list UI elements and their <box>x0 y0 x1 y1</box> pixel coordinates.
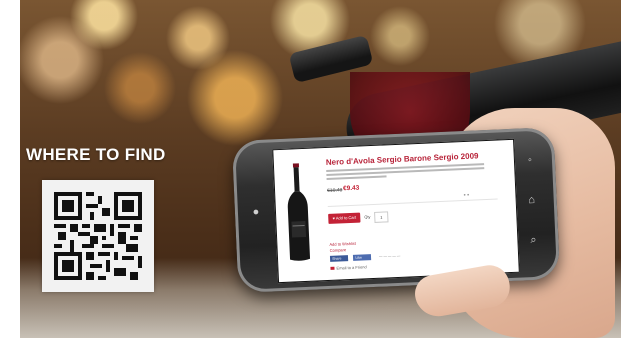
qty-input[interactable]: 1 <box>374 211 389 223</box>
envelope-icon <box>330 267 335 271</box>
where-to-find-heading: WHERE TO FIND <box>26 145 166 164</box>
social-share: Share Like — — — — — <box>329 253 404 274</box>
wine-bottle-product-image <box>287 163 311 261</box>
facebook-like-button[interactable]: Like <box>353 254 372 261</box>
smartphone: ● ◦ ⌂ ⌕ Nero d'Avola Sergio Barone Sergi… <box>231 127 561 293</box>
product-description <box>326 163 485 184</box>
home-button-icon[interactable]: ⌂ <box>524 194 539 207</box>
add-to-cart-button[interactable]: ♥ Add to Cart <box>328 212 361 224</box>
search-button-icon[interactable]: ⌕ <box>526 234 541 247</box>
old-price: €10.48 <box>326 187 343 194</box>
back-button-icon[interactable]: ◦ <box>523 154 538 167</box>
facebook-share-button[interactable]: Share <box>329 255 349 262</box>
divider <box>327 198 498 207</box>
sale-price: €9.43 <box>342 184 360 193</box>
phone-screen: Nero d'Avola Sergio Barone Sergio 2009 €… <box>272 138 520 284</box>
qr-code-icon <box>54 192 142 280</box>
wishlist-link[interactable]: Add to Wishlist <box>329 241 356 247</box>
qr-code[interactable] <box>42 180 154 292</box>
compare-link[interactable]: Compare <box>330 247 347 253</box>
stock-status: ● ● <box>463 191 470 198</box>
camera-dot-icon: ● <box>252 205 260 219</box>
qty-label: Qty <box>364 214 371 220</box>
background-photo: WHERE TO FIND ● ◦ ⌂ ⌕ Nero d'Avola Sergi… <box>20 0 621 338</box>
social-text: — — — — — <box>378 253 401 259</box>
